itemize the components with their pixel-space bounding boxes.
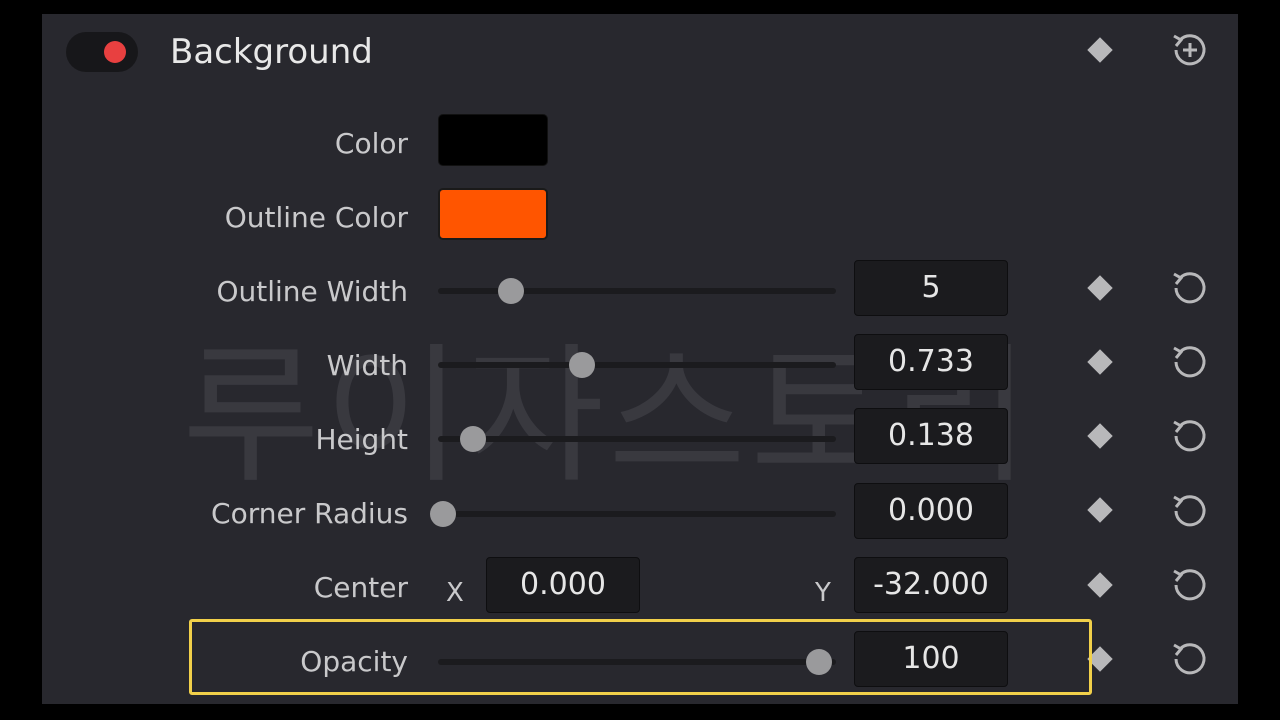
height-field[interactable]: 0.138 xyxy=(854,408,1008,464)
section-title: Background xyxy=(170,32,373,72)
center-x-field[interactable]: 0.000 xyxy=(486,557,640,613)
center-x-label: X xyxy=(446,578,464,608)
opacity-label: Opacity xyxy=(300,645,408,678)
corner-radius-reset-icon[interactable] xyxy=(1168,489,1212,533)
outline-width-keyframe-icon[interactable] xyxy=(1087,275,1113,301)
toggle-knob xyxy=(104,41,126,63)
opacity-reset-icon[interactable] xyxy=(1168,637,1212,681)
height-slider-handle[interactable] xyxy=(460,426,487,452)
outline-width-label: Outline Width xyxy=(216,275,408,308)
height-reset-icon[interactable] xyxy=(1168,414,1212,458)
opacity-keyframe-icon[interactable] xyxy=(1087,646,1113,672)
opacity-slider-handle[interactable] xyxy=(806,649,832,675)
height-keyframe-icon[interactable] xyxy=(1087,423,1113,449)
center-label: Center xyxy=(313,571,408,604)
color-label: Color xyxy=(334,127,408,160)
width-slider[interactable] xyxy=(438,362,836,368)
outline-width-field[interactable]: 5 xyxy=(854,260,1008,316)
center-y-field[interactable]: -32.000 xyxy=(854,557,1008,613)
width-keyframe-icon[interactable] xyxy=(1087,349,1113,375)
opacity-field[interactable]: 100 xyxy=(854,631,1008,687)
center-keyframe-icon[interactable] xyxy=(1087,572,1113,598)
corner-radius-slider-handle[interactable] xyxy=(430,501,456,527)
corner-radius-slider[interactable] xyxy=(438,511,836,517)
width-label: Width xyxy=(326,349,408,382)
outline-width-slider-handle[interactable] xyxy=(497,278,524,304)
width-slider-handle[interactable] xyxy=(569,352,596,378)
corner-radius-field[interactable]: 0.000 xyxy=(854,483,1008,539)
add-keyframe-icon[interactable] xyxy=(1168,28,1212,72)
opacity-slider[interactable] xyxy=(438,659,836,665)
corner-radius-label: Corner Radius xyxy=(211,497,408,530)
outline-color-label: Outline Color xyxy=(224,201,408,234)
height-slider[interactable] xyxy=(438,436,836,442)
corner-radius-keyframe-icon[interactable] xyxy=(1087,497,1113,523)
width-field[interactable]: 0.733 xyxy=(854,334,1008,390)
diamond-keyframe-icon[interactable] xyxy=(1087,37,1113,63)
outline-width-reset-icon[interactable] xyxy=(1168,266,1212,310)
inspector-panel: 루이자스토리 Background Color Outline Color Ou… xyxy=(42,14,1238,704)
center-y-label: Y xyxy=(815,578,831,608)
width-reset-icon[interactable] xyxy=(1168,340,1212,384)
height-label: Height xyxy=(315,423,408,456)
center-reset-icon[interactable] xyxy=(1168,563,1212,607)
outline-color-swatch[interactable] xyxy=(438,188,548,240)
color-swatch[interactable] xyxy=(438,114,548,166)
section-enable-toggle[interactable] xyxy=(66,32,138,72)
